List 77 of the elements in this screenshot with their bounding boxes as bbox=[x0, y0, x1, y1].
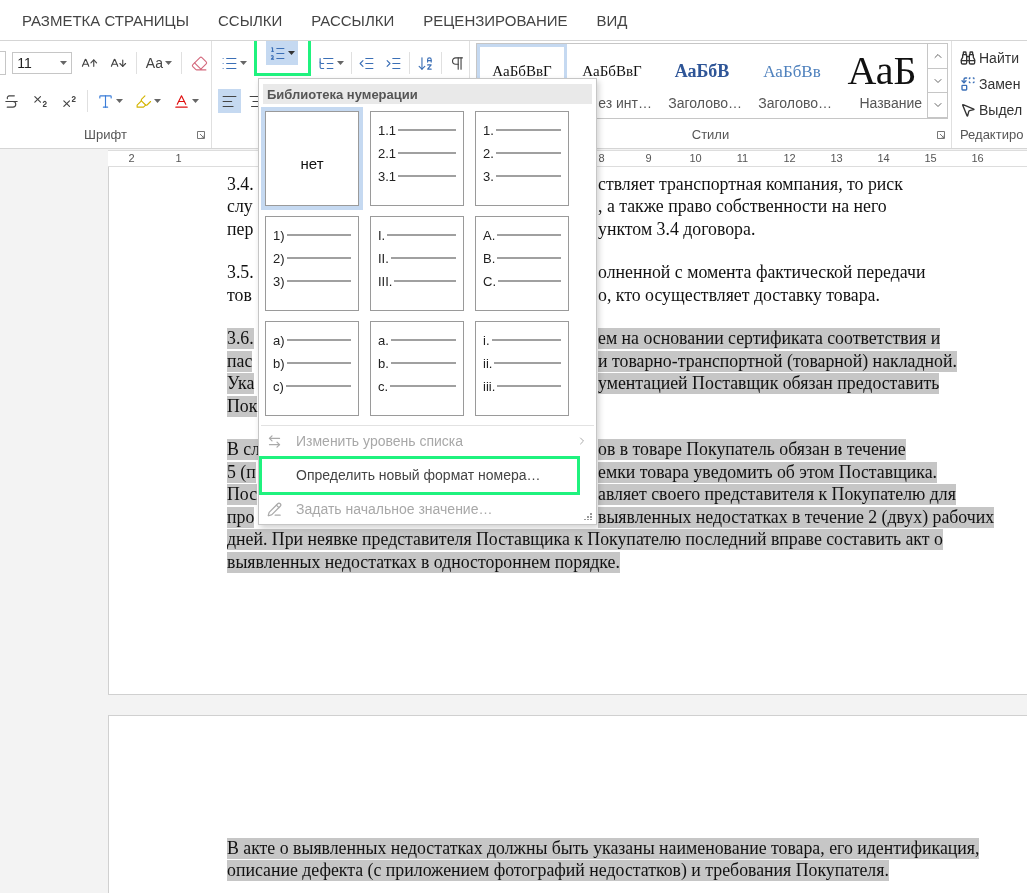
document-text: пас bbox=[227, 350, 253, 372]
document-text: авляет своего представителя к Покупателю для bbox=[598, 484, 956, 506]
launcher-icon[interactable] bbox=[937, 131, 945, 139]
document-text: Ука bbox=[227, 373, 255, 395]
document-text: про bbox=[227, 506, 255, 528]
document-text: 3.6. bbox=[227, 328, 254, 350]
pilcrow-icon bbox=[449, 54, 466, 72]
strikethrough-icon bbox=[3, 92, 20, 110]
document-text: пер bbox=[227, 218, 254, 240]
ribbon-tab[interactable]: РАЗМЕТКА СТРАНИЦЫ bbox=[22, 11, 189, 29]
numbering-button[interactable] bbox=[266, 41, 299, 65]
numbered-list-icon bbox=[269, 44, 287, 62]
font-size-field[interactable]: 11 bbox=[12, 52, 72, 74]
numbering-format-tile[interactable]: I. II. III. bbox=[370, 216, 464, 312]
caret-icon bbox=[336, 61, 344, 65]
menu-header: Библиотека нумерации bbox=[263, 84, 592, 105]
numbering-format-tile[interactable]: a) b) c) bbox=[265, 321, 359, 417]
document-text: дней. При неявке представителя Поставщика к Покупателю последний вправе составить акт о bbox=[227, 529, 943, 551]
document-text: ументацией Поставщик обязан предоставить bbox=[598, 373, 940, 395]
binoculars-icon bbox=[960, 50, 976, 66]
document-text: 5 (п bbox=[227, 461, 256, 483]
pointer-icon bbox=[960, 102, 976, 118]
ribbon-tab[interactable]: РАССЫЛКИ bbox=[311, 11, 395, 29]
resize-grip-icon[interactable] bbox=[584, 512, 592, 520]
document-text: унктом 3.4 договора. bbox=[598, 218, 756, 240]
font-color-icon bbox=[173, 92, 190, 110]
group-label: Стили bbox=[691, 127, 730, 142]
group-label: Редактиро bbox=[960, 127, 1024, 142]
numbering-format-tile[interactable]: 1.1 2.1 3.1 bbox=[370, 111, 464, 207]
document-text: ем на основании сертификата соответствия и bbox=[598, 328, 941, 350]
document-text: выявленных недостатках в одностороннем порядке. bbox=[227, 551, 620, 573]
document-text: слу bbox=[227, 196, 253, 218]
change-case-button[interactable]: Аа bbox=[142, 51, 176, 75]
document-text: и товарно-транспортной (товарной) накладной. bbox=[598, 350, 957, 372]
document-text: емки товара уведомить об этом Поставщика. bbox=[598, 461, 938, 483]
caret-icon bbox=[165, 61, 173, 65]
ribbon-tab[interactable]: ССЫЛКИ bbox=[217, 11, 283, 29]
document-text: ствляет транспортная компания, то риск bbox=[598, 173, 903, 195]
document-text: 3.4. bbox=[227, 173, 254, 195]
numbering-format-tile[interactable]: 1. 2. 3. bbox=[475, 111, 569, 207]
document-text: 3.5. bbox=[227, 262, 254, 284]
document-text: Пос bbox=[227, 484, 258, 506]
document-text: тов bbox=[227, 284, 252, 306]
caret-icon bbox=[192, 99, 199, 103]
pencil-icon bbox=[267, 501, 282, 517]
document-text: В акте о выявленных недостатках должны быть указаны наименование товара, его идентификация, bbox=[227, 837, 980, 859]
document-text: олненной с момента фактической передачи bbox=[598, 262, 926, 284]
document-text: , а также право собственности на него bbox=[598, 196, 887, 218]
group-label: Шрифт bbox=[84, 127, 127, 142]
editing-item[interactable]: Замен bbox=[952, 71, 1027, 97]
menu-item[interactable]: Определить новый формат номера… bbox=[259, 455, 580, 495]
caret-icon bbox=[154, 99, 161, 103]
document-text: Пок bbox=[227, 395, 258, 417]
document-text: описание дефекта (с приложением фотографий недостатков) и требования Покупателя. bbox=[227, 860, 889, 882]
document-text: о, кто осуществляет доставку товара. bbox=[598, 284, 880, 306]
replace-icon bbox=[960, 76, 976, 92]
text-effects-icon bbox=[97, 92, 114, 110]
align-left-button[interactable] bbox=[218, 89, 241, 113]
caret-icon bbox=[59, 61, 67, 65]
ribbon-tab[interactable]: РЕЦЕНЗИРОВАНИЕ bbox=[423, 11, 568, 29]
document-text: ов в товаре Покупатель обязан в течение bbox=[598, 439, 906, 461]
numbering-format-tile[interactable]: a. b. c. bbox=[370, 321, 464, 417]
highlighter-icon bbox=[135, 92, 152, 110]
sort-icon bbox=[417, 54, 435, 72]
caret-icon bbox=[240, 61, 247, 65]
ribbon-tab[interactable]: ВИД bbox=[596, 11, 628, 29]
caret-icon bbox=[288, 51, 296, 55]
eraser-icon bbox=[191, 54, 208, 72]
numbering-format-tile[interactable]: i. ii. iii. bbox=[475, 321, 569, 417]
arrows-icon bbox=[267, 433, 282, 449]
document-text: выявленных недостатках в течение 2 (двух) рабочих bbox=[598, 506, 995, 528]
numbering-format-tile[interactable]: 1) 2) 3) bbox=[265, 216, 359, 312]
caret-icon bbox=[116, 99, 123, 103]
editing-item[interactable]: Выдел bbox=[952, 97, 1027, 123]
editing-item[interactable]: Найти bbox=[952, 45, 1027, 71]
launcher-icon[interactable] bbox=[197, 131, 205, 139]
numbering-format-tile[interactable]: A. B. C. bbox=[475, 216, 569, 312]
